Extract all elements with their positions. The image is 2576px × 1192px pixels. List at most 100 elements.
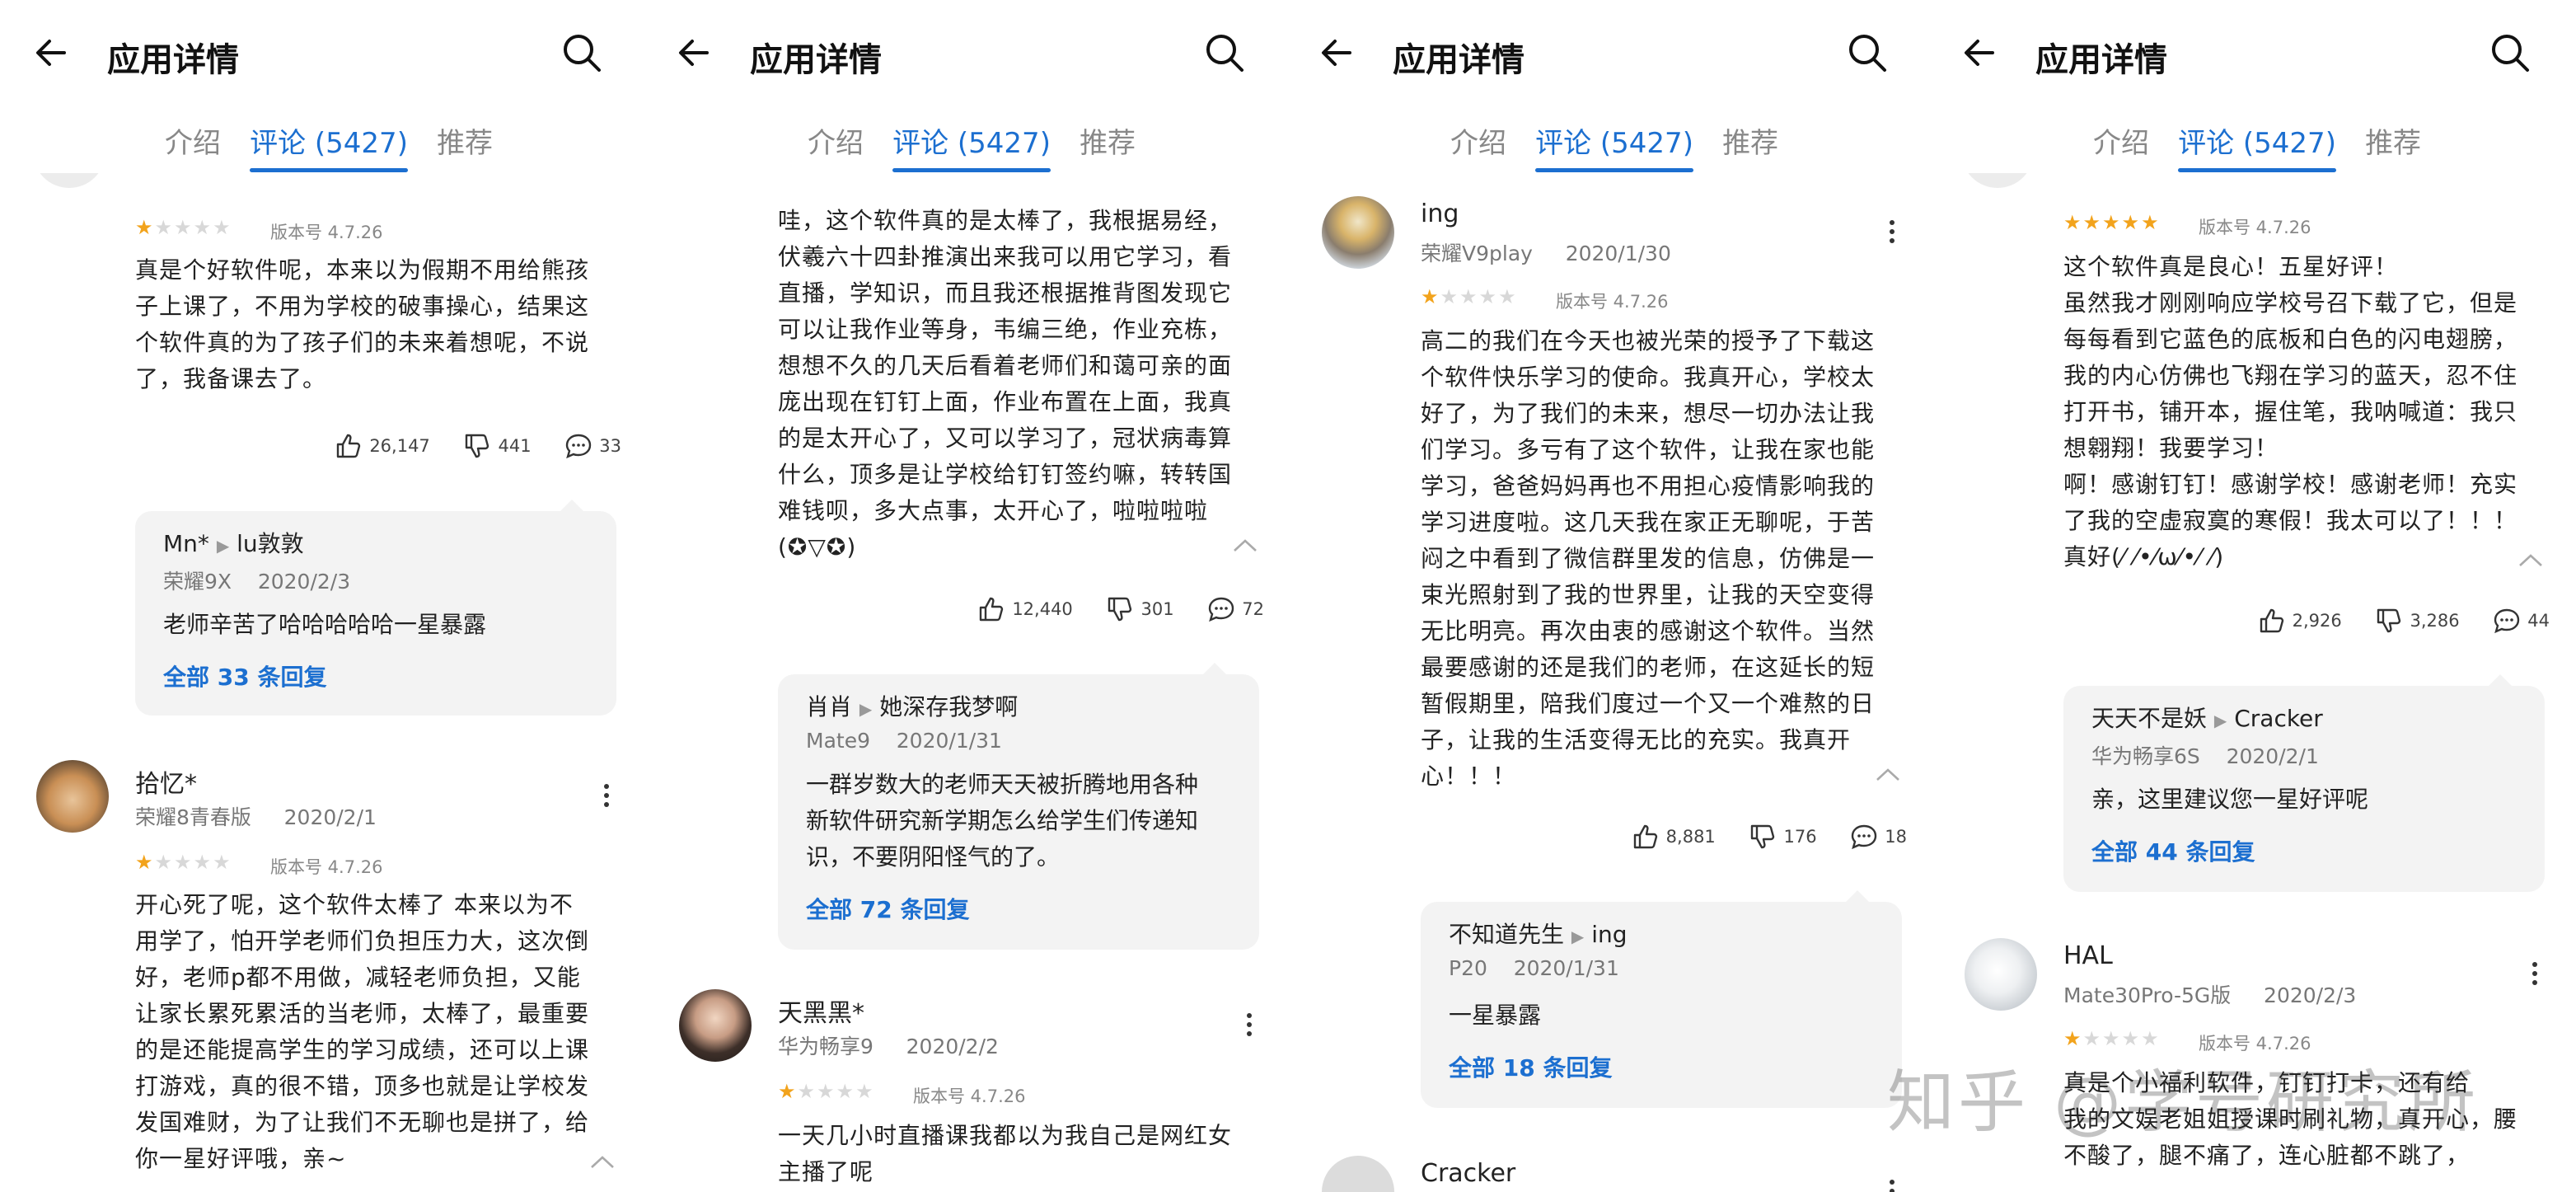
tab-reviews[interactable]: 评论 (5427) [250,120,408,172]
all-replies-link[interactable]: 全部 44 条回复 [2091,834,2255,867]
tab-reviews[interactable]: 评论 (5427) [1535,120,1693,172]
tab-reviews[interactable]: 评论 (5427) [2178,120,2336,172]
back-arrow-icon[interactable] [1960,30,2006,76]
reply-caret [1203,663,1226,674]
dislike-count: 176 [1783,827,1817,847]
tab-recommend[interactable]: 推荐 [1722,120,1778,161]
reply-box[interactable]: Mn* ▶ lu敦敦 荣耀9X 2020/2/3 老师辛苦了哈哈哈哈哈一星暴露 … [135,511,616,716]
reply-date: 2020/1/31 [896,729,1002,753]
comment-button[interactable]: 72 [1207,595,1264,623]
more-options-icon[interactable] [1884,1176,1900,1192]
more-options-icon[interactable] [1241,1009,1258,1045]
version-label: 版本号 4.7.26 [2199,218,2311,237]
phone-screen-3: 应用详情 介绍 评论 (5427) 推荐 ing 荣耀V9play 2020/1… [1286,0,1928,1192]
collapse-chevron-icon[interactable] [588,1152,616,1171]
date-label: 2020/1/30 [1565,242,1671,265]
tab-recommend[interactable]: 推荐 [1080,120,1136,161]
avatar[interactable] [1961,173,2034,188]
reply-caret [1846,890,1869,902]
comment-button[interactable]: 33 [564,432,621,460]
like-button[interactable]: 8,881 [1632,823,1716,851]
version-label: 版本号 4.7.26 [1556,292,1669,312]
thumbs-up-icon [337,434,361,458]
review-actions: 12,440 301 72 [949,595,1264,627]
reply-arrow-icon: ▶ [2213,711,2227,730]
like-button[interactable]: 12,440 [977,595,1073,623]
username[interactable]: ing [1421,199,1459,228]
avatar[interactable] [1322,1156,1394,1192]
app-header: 应用详情 [643,0,1286,107]
avatar[interactable] [679,989,752,1062]
review-list[interactable]: ★★★★★ 版本号 4.7.26 真是个好软件呢，本来以为假期不用给熊孩 子上课… [0,173,643,1192]
more-options-icon[interactable] [2527,958,2543,994]
back-arrow-icon[interactable] [674,30,720,76]
device-label: Mate30Pro-5G版 [2063,983,2232,1007]
tab-intro[interactable]: 介绍 [808,120,864,161]
reply-box[interactable]: 肖肖 ▶ 她深存我梦啊 Mate9 2020/1/31 一群岁数大的老师天天被折… [778,674,1259,950]
tab-intro[interactable]: 介绍 [1450,120,1506,161]
reply-box[interactable]: 天天不是妖 ▶ Cracker 华为畅享6S 2020/2/1 亲，这里建议您一… [2063,686,2545,892]
reply-from: 天天不是妖 [2091,705,2208,732]
comment-count: 72 [1242,599,1264,619]
tab-intro[interactable]: 介绍 [165,120,221,161]
back-arrow-icon[interactable] [1317,30,1363,76]
page-title: 应用详情 [1393,41,1525,79]
reply-text: 老师辛苦了哈哈哈哈哈一星暴露 [163,611,487,638]
search-icon[interactable] [1844,30,1890,76]
comment-icon [2494,608,2520,634]
reply-box[interactable]: 不知道先生 ▶ ing P20 2020/1/31 一星暴露 全部 18 条回复 [1421,902,1902,1108]
username[interactable]: 拾忆* [135,763,197,800]
tab-recommend[interactable]: 推荐 [437,120,493,161]
dislike-button[interactable]: 301 [1106,595,1174,623]
all-replies-link[interactable]: 全部 72 条回复 [806,892,969,925]
phone-screen-1: 应用详情 介绍 评论 (5427) 推荐 ★★★★★ 版本号 4.7.26 真是… [0,0,643,1192]
all-replies-link[interactable]: 全部 18 条回复 [1449,1050,1612,1083]
dislike-button[interactable]: 176 [1749,823,1817,851]
star-rating: ★★★★★ [778,1080,875,1103]
tab-bar: 介绍 评论 (5427) 推荐 [808,120,1160,172]
like-count: 2,926 [2292,611,2342,631]
user-meta: 荣耀V9play 2020/1/30 [1421,237,1671,267]
review-list[interactable]: ing 荣耀V9play 2020/1/30 ★★★★★ 版本号 4.7.26 … [1286,173,1928,1192]
more-options-icon[interactable] [598,780,615,816]
thumbs-down-icon [1108,597,1132,622]
search-icon[interactable] [1201,30,1248,76]
all-replies-link[interactable]: 全部 33 条回复 [163,659,326,692]
user-meta: Mate30Pro-5G版 2020/2/3 [2063,979,2356,1009]
like-button[interactable]: 2,926 [2258,607,2342,635]
device-label: 荣耀8青春版 [135,805,251,829]
tab-reviews[interactable]: 评论 (5427) [892,120,1051,172]
collapse-chevron-icon[interactable] [2517,551,2545,569]
search-icon[interactable] [559,30,605,76]
tab-recommend[interactable]: 推荐 [2365,120,2421,161]
avatar[interactable] [33,173,105,188]
avatar[interactable] [36,760,109,833]
reply-author-line: Mn* ▶ lu敦敦 [163,526,304,559]
comment-count: 44 [2527,611,2550,631]
version-label: 版本号 4.7.26 [270,857,383,877]
dislike-button[interactable]: 3,286 [2375,607,2460,635]
comment-button[interactable]: 18 [1850,823,1907,851]
collapse-chevron-icon[interactable] [1231,536,1259,554]
back-arrow-icon[interactable] [31,30,77,76]
collapse-chevron-icon[interactable] [1874,765,1902,783]
comment-button[interactable]: 44 [2493,607,2550,635]
tab-intro[interactable]: 介绍 [2093,120,2149,161]
review-text: 开心死了呢，这个软件太棒了 本来以为不 用学了，怕开学老师们负担压力大，这次倒 … [135,891,590,1172]
search-icon[interactable] [2487,30,2533,76]
username[interactable]: 天黑黑* [778,993,864,1029]
reply-arrow-icon: ▶ [1571,927,1585,946]
avatar[interactable] [1322,196,1394,269]
star-rating: ★★★★★ [1421,285,1518,308]
reply-from: Mn* [163,530,209,557]
dislike-button[interactable]: 441 [463,432,532,460]
review-list[interactable]: 哇，这个软件真的是太棒了，我根据易经， 伏羲六十四卦推演出来我可以用它学习，看 … [643,173,1286,1192]
date-label: 2020/2/1 [283,805,377,829]
more-options-icon[interactable] [1884,216,1900,252]
avatar[interactable] [1965,938,2037,1011]
username[interactable]: Cracker [1421,1159,1515,1188]
tab-bar: 介绍 评论 (5427) 推荐 [165,120,518,172]
username[interactable]: HAL [2063,941,2113,970]
like-button[interactable]: 26,147 [335,432,430,460]
review-list[interactable]: ★★★★★ 版本号 4.7.26 这个软件真是良心！五星好评！ 虽然我才刚刚响应… [1928,173,2571,1192]
